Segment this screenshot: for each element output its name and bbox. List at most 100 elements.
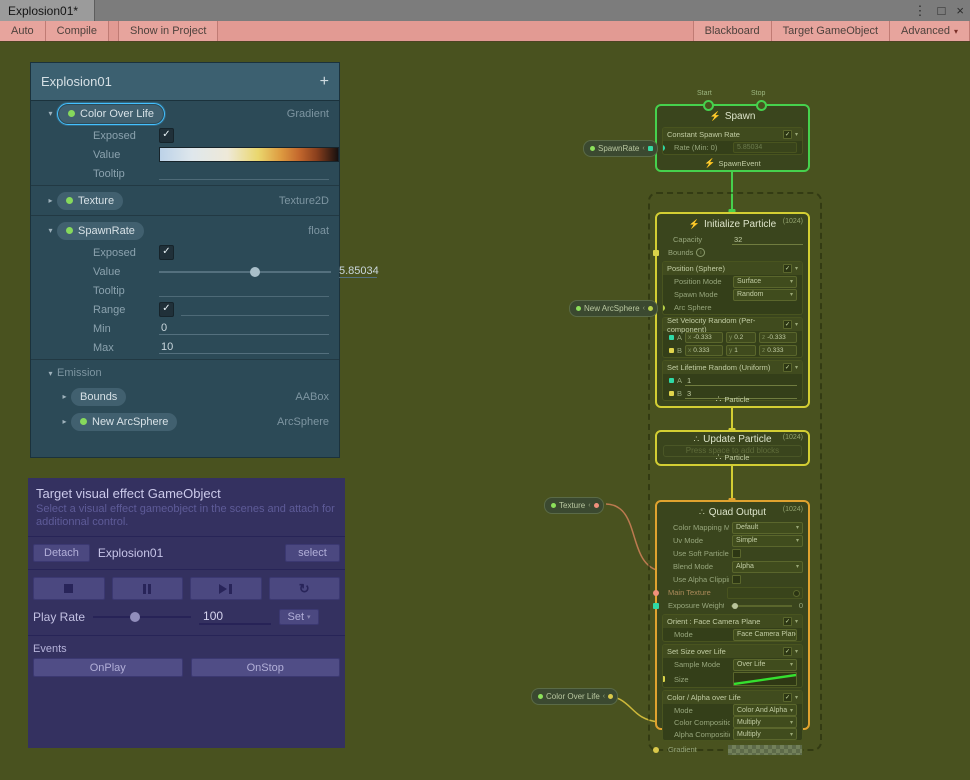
compile-button[interactable]: Compile [46,21,109,41]
restart-button[interactable]: ↻ [269,577,341,600]
category-row-emission[interactable]: ▾ Emission [31,362,339,384]
update-output[interactable]: ∴ Particle [657,452,808,463]
param-pill[interactable]: Color Over Life [59,105,163,123]
size-curve-field[interactable] [733,672,797,686]
slider-knob[interactable] [250,267,260,277]
block-collapse-icon[interactable]: ▾ [795,618,798,625]
param-node-color-over-life[interactable]: Color Over Life ‹ [531,688,618,705]
range-checkbox[interactable]: ✓ [159,302,174,317]
lifetime-a-field[interactable]: 1 [685,376,797,386]
block-collapse-icon[interactable]: ▾ [795,131,798,138]
block-enabled-checkbox[interactable]: ✓ [783,617,792,626]
block-collapse-icon[interactable]: ▾ [795,265,798,272]
block-position-sphere[interactable]: Position (Sphere) ✓ ▾ Position Mode Surf… [662,261,803,315]
gradient-value-field[interactable] [159,147,339,162]
exposed-checkbox[interactable]: ✓ [159,245,174,260]
position-mode-dropdown[interactable]: Surface▾ [733,276,797,288]
target-gameobject-toggle-button[interactable]: Target GameObject [772,21,890,41]
collapse-icon[interactable]: ‹ [642,145,644,152]
value-slider[interactable] [159,271,331,273]
output-port[interactable] [594,503,599,508]
bounds-port[interactable] [653,250,659,256]
onplay-button[interactable]: OnPlay [33,658,183,677]
block-color-alpha-over-life[interactable]: Color / Alpha over Life ✓ ▾ Mode Color A… [662,690,803,741]
exposure-weight-port[interactable] [653,603,659,609]
advanced-dropdown-button[interactable]: Advanced▾ [890,21,970,41]
orient-mode-dropdown[interactable]: Face Camera Plane▾ [733,629,797,641]
slider-knob[interactable] [732,603,738,609]
output-port[interactable] [648,146,653,151]
initialize-output[interactable]: ∴ Particle [657,394,808,405]
param-row-bounds[interactable]: ▸ Bounds AABox [31,384,339,409]
block-constant-spawn-rate[interactable]: Constant Spawn Rate ✓ ▾ Rate (Min: 0) 5.… [662,127,803,155]
block-enabled-checkbox[interactable]: ✓ [783,320,792,329]
stop-button[interactable] [33,577,105,600]
capacity-field[interactable]: 32 [732,235,803,245]
close-icon[interactable]: × [956,3,964,18]
context-initialize-particle[interactable]: ⚡ Initialize Particle (1024) Capacity 32… [655,212,810,408]
onstop-button[interactable]: OnStop [191,658,341,677]
gradient-field[interactable] [727,744,803,756]
spawn-output[interactable]: ⚡ SpawnEvent [657,158,808,169]
expander-icon[interactable]: ▾ [44,369,57,378]
arc-sphere-port[interactable] [662,305,665,311]
output-port[interactable] [648,306,653,311]
color-mapping-dropdown[interactable]: Default▾ [732,522,803,534]
context-update-particle[interactable]: ∴ Update Particle (1024) Press space to … [655,430,810,466]
max-field[interactable]: 10 [159,341,329,354]
block-enabled-checkbox[interactable]: ✓ [783,647,792,656]
velocity-a-y-field[interactable]: y0.2 [726,332,756,343]
velocity-b-z-field[interactable]: z0.333 [759,345,797,356]
block-set-size-over-life[interactable]: Set Size over Life ✓ ▾ Sample Mode Over … [662,644,803,688]
param-pill[interactable]: SpawnRate [57,222,144,240]
kebab-menu-icon[interactable]: ⋮ [914,3,927,19]
detach-button[interactable]: Detach [33,544,90,562]
add-parameter-button[interactable]: + [320,73,329,91]
param-row-new-arcsphere[interactable]: ▸ New ArcSphere ArcSphere [31,409,339,434]
tooltip-field[interactable] [159,296,329,297]
block-orient-face-camera[interactable]: Orient : Face Camera Plane ✓ ▾ Mode Face… [662,614,803,642]
play-rate-slider[interactable] [93,616,191,618]
param-node-texture[interactable]: Texture ‹ [544,497,604,514]
color-composition-dropdown[interactable]: Multiply▾ [733,716,797,728]
tooltip-field[interactable] [159,179,329,180]
play-rate-field[interactable]: 100 [199,609,271,625]
alpha-clipping-checkbox[interactable] [732,575,741,584]
port-a-icon[interactable] [669,378,674,383]
collapse-icon[interactable]: ‹ [603,693,605,700]
param-row-spawnrate[interactable]: ▾ SpawnRate float [31,218,339,243]
param-node-new-arcsphere[interactable]: New ArcSphere ‹ [569,300,658,317]
soft-particle-checkbox[interactable] [732,549,741,558]
param-row-texture[interactable]: ▸ Texture Texture2D [31,188,339,213]
block-collapse-icon[interactable]: ▾ [795,321,798,328]
size-port[interactable] [662,676,665,682]
velocity-a-z-field[interactable]: z-0.333 [759,332,797,343]
velocity-b-x-field[interactable]: x0.333 [685,345,723,356]
expander-icon[interactable]: ▾ [44,226,57,235]
sample-mode-dropdown[interactable]: Over Life▾ [733,659,797,671]
value-field[interactable]: 5.85034 [339,265,377,278]
main-texture-port[interactable] [653,590,659,596]
rate-value-field[interactable]: 5.85034 [733,142,797,153]
port-b-icon[interactable] [669,348,674,353]
port-a-icon[interactable] [669,335,674,340]
block-collapse-icon[interactable]: ▾ [795,364,798,371]
param-row-color-over-life[interactable]: ▾ Color Over Life Gradient [31,101,339,126]
expander-icon[interactable]: ▸ [58,417,71,426]
param-pill[interactable]: Bounds [71,388,126,406]
gradient-port[interactable] [653,747,659,753]
alpha-composition-dropdown[interactable]: Multiply▾ [733,728,797,740]
velocity-a-x-field[interactable]: x-0.333 [685,332,723,343]
expander-icon[interactable]: ▸ [44,196,57,205]
collapse-icon[interactable]: ‹ [643,305,645,312]
block-enabled-checkbox[interactable]: ✓ [783,693,792,702]
main-texture-field[interactable] [727,587,803,599]
slider-knob[interactable] [130,612,140,622]
rate-port[interactable] [662,145,665,151]
pause-button[interactable] [112,577,184,600]
auto-button[interactable]: Auto [0,21,46,41]
context-spawn[interactable]: Start Stop ⚡ Spawn Constant Spawn Rate ✓… [655,104,810,172]
exposure-weight-value[interactable]: 0 [799,601,803,610]
expander-icon[interactable]: ▾ [44,109,57,118]
block-collapse-icon[interactable]: ▾ [795,694,798,701]
